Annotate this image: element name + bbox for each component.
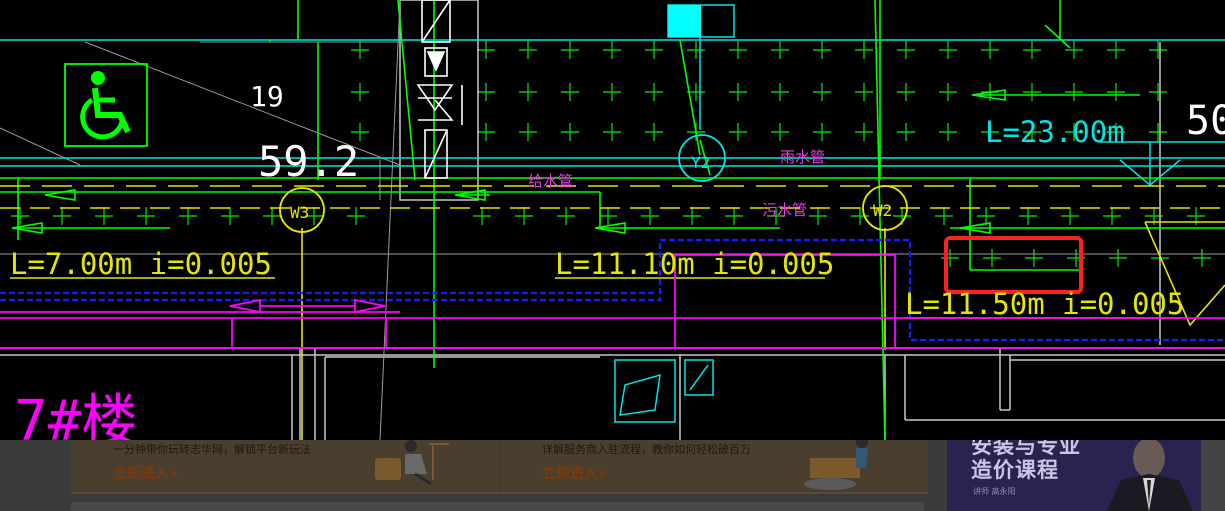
grey-reference-lines	[0, 0, 1225, 440]
flow-arrows	[11, 89, 1006, 234]
banner-bottom-strip	[71, 502, 924, 511]
building-label: 7#楼	[14, 389, 137, 440]
label-rain-pipe: 雨水管	[780, 148, 825, 166]
ad-card-1-link-text: 立即进入	[113, 466, 169, 482]
label-sewage: 污水管	[762, 201, 807, 219]
number-19: 19	[250, 80, 284, 113]
ad-card-1-enter-link[interactable]: 立即进入»	[113, 463, 178, 483]
red-highlight-box[interactable]	[944, 236, 1083, 294]
valve-stack	[416, 0, 463, 179]
dimension-l11-10: L=11.10m i=0.005	[555, 247, 834, 281]
course-teacher-label: 讲师 高永阳	[973, 487, 1016, 496]
person-reading-illustration	[375, 440, 449, 486]
label-water-supply: 给水管	[528, 172, 573, 190]
cyan-filled-block	[668, 5, 701, 37]
manhole-w3-label: W3	[290, 203, 309, 222]
green-drain-lines	[0, 0, 1225, 440]
ad-card-service-provider[interactable]: 详解服务商入驻流程，教你如何轻松破百万 立即进入»	[500, 440, 928, 494]
manhole-y2-label: Y2	[691, 153, 710, 172]
double-chevron-icon: »	[169, 466, 179, 482]
cad-drawing-canvas[interactable]: 19 59.2 50 雨水管 给水管 污水管 Y2 W3 W2 L=7.00m …	[0, 0, 1225, 440]
dimension-l23: L=23.00m	[985, 115, 1125, 149]
dimension-l7: L=7.00m i=0.005	[10, 247, 272, 281]
number-50: 50	[1186, 98, 1225, 144]
ad-card-2-link-text: 立即进入	[542, 466, 598, 482]
double-chevron-icon: »	[598, 466, 608, 482]
manhole-w2-label: W2	[873, 201, 892, 220]
scrollbar-track[interactable]	[1201, 440, 1225, 511]
manholes	[279, 185, 908, 233]
ad-card-platform-guide[interactable]: 一分钟带你玩转志华网，解锁平台新玩法 立即进入»	[71, 440, 499, 494]
ad-card-1-description: 一分钟带你玩转志华网，解锁平台新玩法	[113, 443, 311, 456]
building-outlines	[0, 0, 1225, 440]
course-title-line-2: 造价课程	[971, 458, 1059, 482]
dimension-l11-50: L=11.50m i=0.005	[905, 287, 1184, 321]
desk-worker-illustration	[804, 440, 868, 490]
number-59-2: 59.2	[258, 137, 359, 186]
hatch-plus-marks	[11, 41, 1211, 267]
lecturer-photo	[1107, 440, 1193, 511]
ad-card-2-description: 详解服务商入驻流程，教你如何轻松破百万	[542, 443, 751, 456]
ad-banner-strip: 一分钟带你玩转志华网，解锁平台新玩法 立即进入» 详解服务商入驻流程，教你如何轻…	[0, 440, 1225, 511]
wheelchair-accessible-icon	[64, 63, 148, 147]
course-promo-card[interactable]: 安装与专业 造价课程 讲师 高永阳	[947, 440, 1201, 511]
ad-card-2-enter-link[interactable]: 立即进入»	[542, 463, 607, 483]
